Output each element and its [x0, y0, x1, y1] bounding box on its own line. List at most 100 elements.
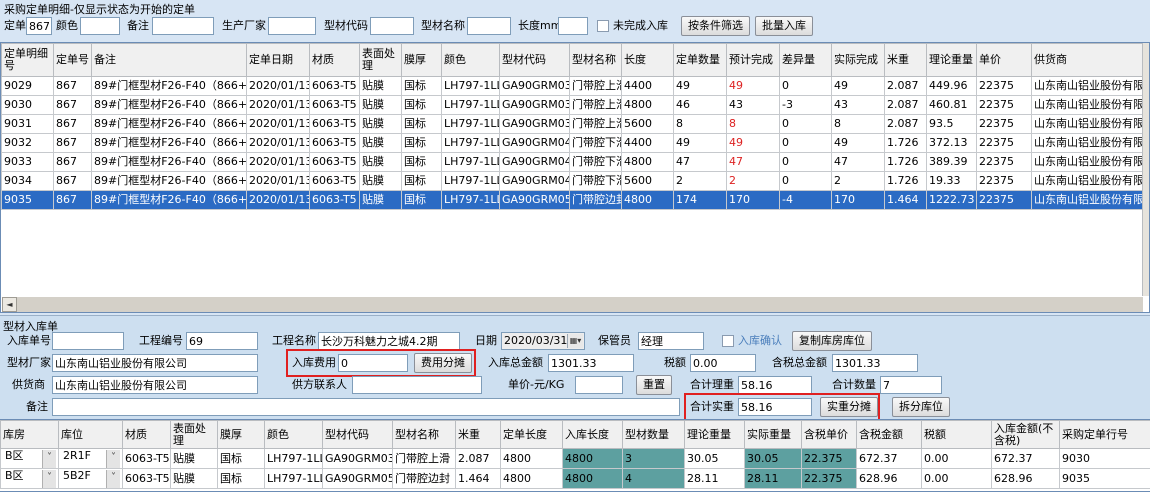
column-header[interactable]: 米重: [456, 421, 501, 449]
remark-filter-input[interactable]: [152, 17, 214, 35]
table-row[interactable]: B区˅5B2F˅6063-T5贴膜国标LH797-1LL0GA90GRM05门带…: [1, 469, 1150, 489]
column-header[interactable]: 表面处理: [171, 421, 218, 449]
actual-weight-input[interactable]: [738, 398, 812, 416]
cell: 22.375: [802, 469, 857, 489]
table-row[interactable]: 903186789#门框型材F26-F40（866+867）2020/01/13…: [2, 115, 1145, 134]
column-header[interactable]: 定单长度: [501, 421, 563, 449]
column-header[interactable]: 单价: [977, 44, 1032, 77]
dropdown-arrow-icon[interactable]: ˅: [42, 450, 56, 468]
manufacturer-filter-input[interactable]: [268, 17, 316, 35]
cell: 867: [54, 172, 92, 191]
cell: 1.726: [885, 153, 927, 172]
fee-allocate-button[interactable]: 费用分摊: [414, 353, 472, 373]
split-location-button[interactable]: 拆分库位: [892, 397, 950, 417]
column-header[interactable]: 含税单价: [802, 421, 857, 449]
profile-name-filter-input[interactable]: [467, 17, 511, 35]
column-header[interactable]: 理论重量: [927, 44, 977, 77]
column-header[interactable]: 定单日期: [247, 44, 310, 77]
order-no-input[interactable]: [26, 17, 52, 35]
column-header[interactable]: 预计完成: [727, 44, 780, 77]
total-with-tax-input[interactable]: [832, 354, 918, 372]
project-no-input[interactable]: [186, 332, 258, 350]
factory-input[interactable]: [52, 354, 258, 372]
cell: 30.05: [685, 449, 745, 469]
table-row[interactable]: 903086789#门框型材F26-F40（866+867）2020/01/13…: [2, 96, 1145, 115]
column-header[interactable]: 含税金额: [857, 421, 922, 449]
column-header[interactable]: 颜色: [442, 44, 500, 77]
column-header[interactable]: 膜厚: [402, 44, 442, 77]
unfinished-checkbox[interactable]: [597, 20, 609, 32]
unit-price-input[interactable]: [575, 376, 623, 394]
column-header[interactable]: 理论重量: [685, 421, 745, 449]
column-header[interactable]: 差异量: [780, 44, 832, 77]
total-qty-input[interactable]: [880, 376, 942, 394]
project-name-input[interactable]: [318, 332, 460, 350]
column-header[interactable]: 定单号: [54, 44, 92, 77]
vertical-scrollbar[interactable]: [1142, 43, 1149, 296]
column-header[interactable]: 入库长度: [563, 421, 623, 449]
cell: 4800: [501, 469, 563, 489]
fee-input[interactable]: [338, 354, 408, 372]
dropdown-arrow-icon[interactable]: ˅: [106, 470, 120, 488]
copy-warehouse-button[interactable]: 复制库房库位: [792, 331, 872, 351]
column-header[interactable]: 税额: [922, 421, 992, 449]
cell: 贴膜: [360, 172, 402, 191]
inbound-no-input[interactable]: [52, 332, 124, 350]
column-header[interactable]: 备注: [92, 44, 247, 77]
cell: GA90GRM03: [323, 449, 393, 469]
column-header[interactable]: 供货商: [1032, 44, 1145, 77]
unit-price-label: 单价-元/KG: [508, 376, 564, 394]
date-picker[interactable]: 2020/03/31▦▾: [501, 332, 585, 350]
profile-code-filter-input[interactable]: [370, 17, 414, 35]
table-row[interactable]: 903386789#门框型材F26-F40（866+867）2020/01/13…: [2, 153, 1145, 172]
cell: 6063-T5: [310, 77, 360, 96]
column-header[interactable]: 材质: [123, 421, 171, 449]
cell: 山东南山铝业股份有限公司: [1032, 153, 1145, 172]
dropdown-arrow-icon[interactable]: ˅: [42, 470, 56, 488]
cell: 山东南山铝业股份有限公司: [1032, 96, 1145, 115]
column-header[interactable]: 实际完成: [832, 44, 885, 77]
column-header[interactable]: 定单明细号: [2, 44, 54, 77]
dropdown-arrow-icon[interactable]: ˅: [106, 450, 120, 468]
remark-input[interactable]: [52, 398, 680, 416]
total-amount-input[interactable]: [548, 354, 634, 372]
actual-allocate-button[interactable]: 实重分摊: [820, 397, 878, 417]
contact-input[interactable]: [352, 376, 482, 394]
column-header[interactable]: 长度: [622, 44, 674, 77]
column-header[interactable]: 采购定单行号: [1060, 421, 1150, 449]
table-row[interactable]: B区˅2R1F˅6063-T5贴膜国标LH797-1LL0GA90GRM03门带…: [1, 449, 1150, 469]
column-header[interactable]: 入库金额(不含税): [992, 421, 1060, 449]
table-row[interactable]: 902986789#门框型材F26-F40（866+867）2020/01/13…: [2, 77, 1145, 96]
inbound-confirm-checkbox[interactable]: [722, 335, 734, 347]
column-header[interactable]: 膜厚: [218, 421, 265, 449]
table-row[interactable]: 903486789#门框型材F26-F40（866+867）2020/01/13…: [2, 172, 1145, 191]
column-header[interactable]: 定单数量: [674, 44, 727, 77]
column-header[interactable]: 型材数量: [623, 421, 685, 449]
batch-inbound-button[interactable]: 批量入库: [755, 16, 813, 36]
cell: 9035: [2, 191, 54, 210]
table-row[interactable]: 903586789#门框型材F26-F40（866+867）2020/01/13…: [2, 191, 1145, 210]
column-header[interactable]: 表面处理: [360, 44, 402, 77]
keeper-input[interactable]: [638, 332, 704, 350]
supplier-input[interactable]: [52, 376, 258, 394]
column-header[interactable]: 材质: [310, 44, 360, 77]
tax-input[interactable]: [690, 354, 756, 372]
column-header[interactable]: 库位: [59, 421, 123, 449]
column-header[interactable]: 实际重量: [745, 421, 802, 449]
column-header[interactable]: 型材名称: [393, 421, 456, 449]
theory-weight-input[interactable]: [738, 376, 812, 394]
horizontal-scrollbar[interactable]: ◄: [2, 297, 1143, 312]
length-filter-input[interactable]: [558, 17, 588, 35]
calendar-dropdown-icon[interactable]: ▦▾: [567, 334, 583, 348]
column-header[interactable]: 型材名称: [570, 44, 622, 77]
table-row[interactable]: 903286789#门框型材F26-F40（866+867）2020/01/13…: [2, 134, 1145, 153]
scroll-left-icon[interactable]: ◄: [2, 297, 17, 312]
column-header[interactable]: 型材代码: [323, 421, 393, 449]
column-header[interactable]: 库房: [1, 421, 59, 449]
reset-button[interactable]: 重置: [636, 375, 672, 395]
color-filter-input[interactable]: [80, 17, 120, 35]
column-header[interactable]: 颜色: [265, 421, 323, 449]
column-header[interactable]: 型材代码: [500, 44, 570, 77]
column-header[interactable]: 米重: [885, 44, 927, 77]
filter-by-condition-button[interactable]: 按条件筛选: [681, 16, 750, 36]
